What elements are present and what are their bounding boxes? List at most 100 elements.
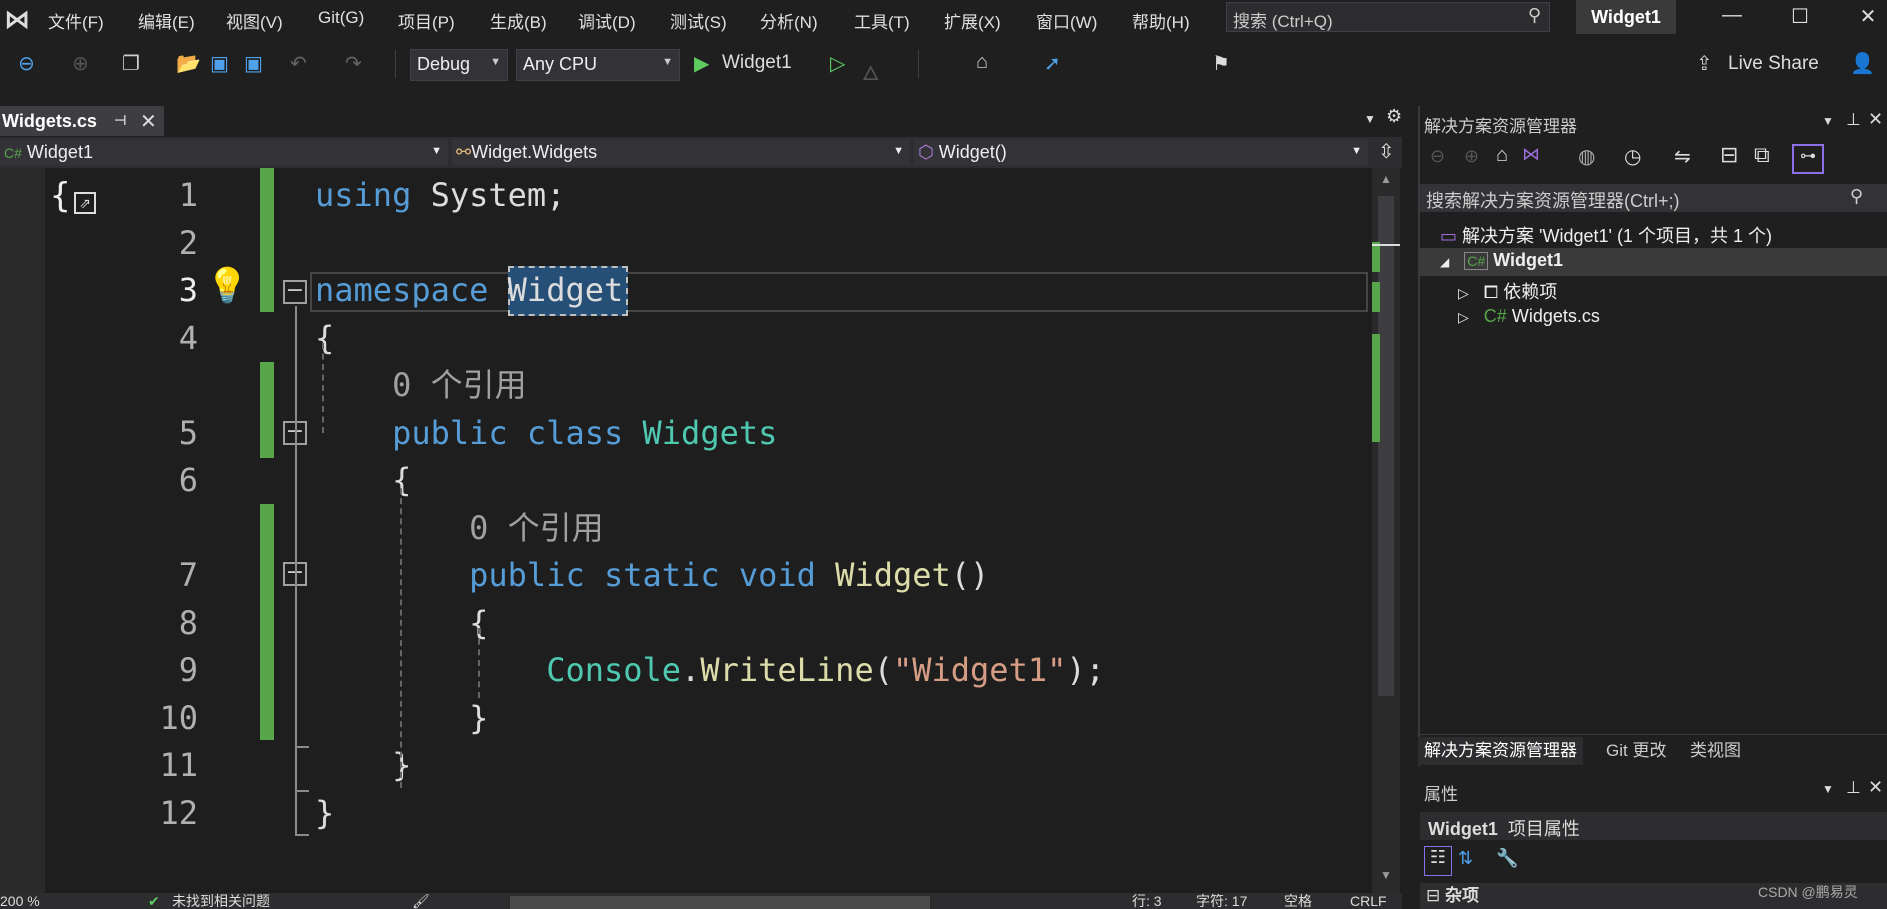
collapse-all-icon[interactable]: ⊟: [1720, 142, 1738, 168]
save-icon[interactable]: ▣: [210, 51, 229, 76]
tab-git-changes[interactable]: Git 更改: [1600, 737, 1672, 765]
live-share-button[interactable]: Live Share: [1728, 53, 1819, 75]
pin-icon[interactable]: ⊣: [114, 112, 127, 129]
configuration-select[interactable]: Debug ▼: [410, 49, 508, 81]
close-window-button[interactable]: ✕: [1848, 4, 1887, 29]
start-icon[interactable]: ▶: [694, 51, 709, 76]
panel-menu-icon[interactable]: ▼: [1822, 782, 1834, 796]
project-dropdown[interactable]: C# Widget1 ▼: [0, 139, 448, 166]
gear-icon[interactable]: ⚙: [1386, 106, 1402, 127]
menu-item[interactable]: 视图(V): [226, 8, 283, 33]
scroll-down-icon[interactable]: ▼: [1380, 868, 1392, 882]
menu-item[interactable]: 文件(F): [48, 8, 104, 33]
live-share-icon[interactable]: ⇪: [1696, 51, 1713, 76]
collapse-namespace-icon[interactable]: −: [283, 280, 307, 304]
tree-item-solution[interactable]: ▭ 解决方案 'Widget1' (1 个项目，共 1 个): [1440, 222, 1772, 248]
maximize-button[interactable]: ☐: [1780, 4, 1820, 29]
categorized-icon[interactable]: ☷: [1424, 846, 1452, 876]
home-icon[interactable]: ⌂: [1496, 144, 1508, 167]
menu-item[interactable]: 工具(T): [854, 8, 910, 33]
cleanup-icon[interactable]: 🖌: [412, 893, 430, 909]
tree-item-dependencies[interactable]: ▷ ⧠ 依赖项: [1458, 278, 1557, 304]
solution-search-input[interactable]: 搜索解决方案资源管理器(Ctrl+;) ⚲: [1420, 184, 1887, 212]
bookmark-icon[interactable]: ⚑: [1212, 51, 1230, 76]
panel-title: 解决方案资源管理器: [1424, 117, 1577, 136]
code-line: 9 Console.WriteLine("Widget1");: [0, 647, 1372, 694]
pin-icon[interactable]: ⊥: [1846, 110, 1861, 130]
start-button[interactable]: Widget1: [722, 52, 792, 74]
scrollbar-thumb[interactable]: [1378, 196, 1394, 696]
tree-item-widgets-cs[interactable]: ▷ C# Widgets.cs: [1458, 306, 1600, 327]
close-tab-icon[interactable]: ✕: [140, 109, 157, 134]
member-dropdown[interactable]: ⬡ Widget() ▼: [914, 139, 1368, 166]
menu-item[interactable]: 调试(D): [578, 8, 636, 33]
csharp-project-icon: C#: [4, 145, 22, 161]
split-icon[interactable]: ⇳: [1378, 139, 1395, 164]
expanded-arrow-icon[interactable]: ◢: [1440, 255, 1449, 269]
properties-view-icon[interactable]: ⊶: [1792, 144, 1824, 174]
lightbulb-icon[interactable]: 💡: [206, 266, 248, 306]
close-panel-icon[interactable]: ✕: [1868, 777, 1883, 798]
tab-solution-explorer[interactable]: 解决方案资源管理器: [1418, 737, 1583, 765]
menu-item[interactable]: 帮助(H): [1132, 8, 1190, 33]
line-number: 3: [178, 271, 198, 309]
tree-item-project[interactable]: ◢ C# Widget1: [1420, 248, 1887, 276]
forward-icon[interactable]: ⊕: [1464, 146, 1479, 167]
menu-item[interactable]: Git(G): [318, 8, 364, 28]
switch-views-icon[interactable]: ⋈: [1522, 144, 1540, 165]
issues-status[interactable]: 未找到相关问题: [172, 893, 270, 909]
menu-item[interactable]: 生成(B): [490, 8, 547, 33]
codelens-references[interactable]: 0 个引用: [0, 505, 1372, 552]
menu-item[interactable]: 测试(S): [670, 8, 727, 33]
minimize-button[interactable]: —: [1712, 4, 1752, 27]
alphabetical-icon[interactable]: ⇅: [1458, 848, 1473, 869]
collapsed-arrow-icon[interactable]: ▷: [1458, 285, 1469, 301]
code-text: 0 个引用: [315, 362, 527, 409]
type-dropdown[interactable]: ⚯Widget.Widgets ▼: [452, 139, 910, 166]
menu-item[interactable]: 分析(N): [760, 8, 818, 33]
close-panel-icon[interactable]: ✕: [1868, 109, 1883, 130]
codelens-references[interactable]: 0 个引用: [0, 362, 1372, 409]
back-icon[interactable]: ⊖: [18, 51, 35, 76]
show-all-files-icon[interactable]: ⧉: [1754, 142, 1770, 168]
chevron-down-icon: ▼: [490, 56, 501, 68]
eol-indicator[interactable]: CRLF: [1350, 893, 1387, 909]
property-pages-icon[interactable]: 🔧: [1496, 848, 1518, 869]
panel-menu-icon[interactable]: ▼: [1822, 114, 1834, 128]
pin-icon[interactable]: ⊥: [1846, 778, 1861, 798]
solution-icon[interactable]: ⌂: [976, 51, 988, 74]
code-editor[interactable]: { ⇗ 1 using System; 2 3 namespace Widget 4{ 0…: [0, 168, 1402, 893]
zoom-level[interactable]: 200 %: [0, 893, 40, 909]
horizontal-scrollbar[interactable]: [510, 896, 930, 909]
code-text: Console.WriteLine("Widget1");: [315, 647, 1105, 694]
save-all-icon[interactable]: ▣: [244, 51, 263, 76]
navigation-bar: C# Widget1 ▼ ⚯Widget.Widgets ▼ ⬡ Widget() ▼…: [0, 137, 1402, 168]
search-input[interactable]: 搜索 (Ctrl+Q) ⚲: [1226, 2, 1550, 32]
collapsed-arrow-icon[interactable]: ▷: [1458, 309, 1469, 325]
tab-class-view[interactable]: 类视图: [1684, 737, 1747, 765]
redo-icon[interactable]: ↷: [345, 51, 362, 76]
account-icon[interactable]: 👤: [1850, 51, 1875, 76]
sync-icon[interactable]: ⇋: [1674, 144, 1691, 169]
menu-item[interactable]: 项目(P): [398, 8, 455, 33]
line-number: 6: [178, 461, 198, 499]
platform-select[interactable]: Any CPU ▼: [516, 49, 680, 81]
menu-item[interactable]: 扩展(X): [944, 8, 1001, 33]
hot-reload-icon[interactable]: 🜂: [862, 51, 879, 92]
start-without-debug-icon[interactable]: ▷: [830, 51, 845, 76]
tab-list-dropdown-icon[interactable]: ▼: [1364, 112, 1376, 126]
web-icon[interactable]: ◍: [1578, 144, 1595, 169]
pending-changes-filter-icon[interactable]: ◷: [1624, 144, 1641, 169]
scroll-up-icon[interactable]: ▲: [1380, 172, 1392, 186]
tab-widgets-cs[interactable]: Widgets.cs ⊣ ✕: [0, 106, 164, 136]
forward-icon[interactable]: ⊕: [72, 51, 89, 76]
pointer-icon[interactable]: ➚: [1044, 51, 1061, 76]
back-icon[interactable]: ⊖: [1430, 146, 1445, 167]
new-project-icon[interactable]: ❐: [122, 51, 140, 76]
undo-icon[interactable]: ↶: [290, 51, 307, 76]
menu-item[interactable]: 窗口(W): [1036, 8, 1097, 33]
menu-item[interactable]: 编辑(E): [138, 8, 195, 33]
spaces-indicator[interactable]: 空格: [1284, 893, 1312, 909]
open-folder-icon[interactable]: 📂: [176, 51, 201, 76]
properties-object-select[interactable]: Widget1 项目属性: [1420, 812, 1887, 840]
